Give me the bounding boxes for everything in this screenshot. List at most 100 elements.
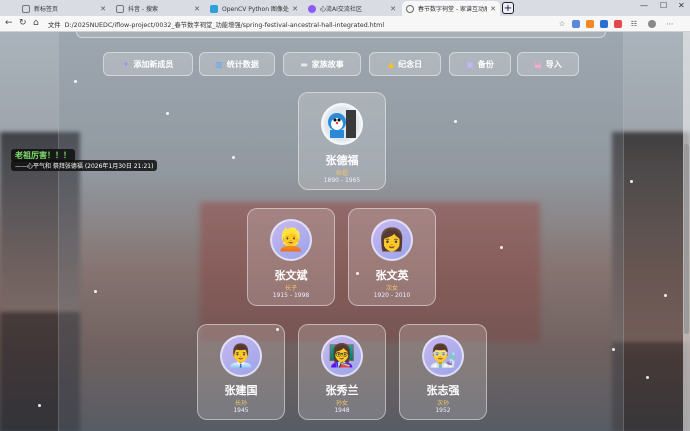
close-icon[interactable]: ✕: [292, 5, 298, 13]
tab-title: 春节数字祠堂 - 家谱互动展示: [418, 6, 488, 13]
back-icon[interactable]: ←: [5, 18, 13, 28]
favorites-icon[interactable]: ☷: [630, 20, 638, 28]
snowflake: [500, 246, 503, 249]
snowflake: [630, 180, 633, 183]
member-card-gen2-2[interactable]: 👩 张文英 次女 1920 - 2010: [348, 208, 436, 306]
more-menu-icon[interactable]: ⋯: [666, 20, 674, 28]
add-member-button[interactable]: ✦ 添加新成员: [103, 52, 193, 76]
member-card-gen3-1[interactable]: 👨‍💼 张建国 长孙 1945: [197, 324, 285, 420]
protocol-label: 文件: [48, 21, 61, 29]
member-avatar: 👩: [371, 219, 413, 261]
member-name: 张文斌: [274, 269, 308, 282]
import-icon: ⬓: [534, 59, 542, 69]
floppy-icon: ▣: [466, 59, 474, 69]
tab-bar: 新标签页 ✕ 抖音 - 搜索 ✕ OpenCV Python 图像处理 30分钟…: [0, 0, 690, 16]
member-avatar: 👱: [270, 219, 312, 261]
anniversary-button[interactable]: ▲ 纪念日: [369, 52, 441, 76]
tab-title: 抖音 - 搜索: [128, 6, 158, 13]
import-label: 导入: [545, 59, 562, 69]
add-member-label: 添加新成员: [133, 59, 174, 69]
chart-icon: ▥: [215, 59, 223, 69]
member-card-gen3-2[interactable]: 👩‍🏫 张秀兰 孙女 1948: [298, 324, 386, 420]
member-years: 1948: [334, 407, 350, 414]
tab-ancestral-hall[interactable]: 春节数字祠堂 - 家谱互动展示 ✕: [402, 1, 500, 16]
url-text: D:/2025NUEDC/iflow-project/0032_春节数字祠堂_功…: [64, 21, 385, 29]
member-card-root[interactable]: 张德福 始祖 1890 - 1965: [298, 92, 386, 190]
member-avatar: 👨‍💼: [220, 335, 262, 377]
snowflake: [454, 120, 457, 123]
member-avatar: 👨‍🔬: [422, 335, 464, 377]
address-bar: ← ↻ ⌂ 文件 D:/2025NUEDC/iflow-project/0032…: [0, 16, 690, 32]
member-years: 1915 - 1998: [272, 292, 310, 299]
sparkle-icon: ✦: [122, 59, 130, 69]
globe-icon: [406, 4, 414, 13]
extension-icon-1[interactable]: [572, 20, 580, 28]
member-role: 次女: [385, 285, 398, 292]
member-years: 1920 - 2010: [373, 292, 411, 299]
tab-title: 新标签页: [34, 6, 59, 13]
home-icon[interactable]: ⌂: [33, 18, 39, 28]
statistics-button[interactable]: ▥ 统计数据: [199, 52, 275, 76]
member-role: 次孙: [436, 400, 449, 407]
page-viewport: ✦ 添加新成员 ▥ 统计数据 ▬ 家族故事 ▲ 纪念日 ▣ 备份 ⬓ 导入 张德…: [0, 32, 690, 431]
cloud-icon: [210, 4, 218, 13]
member-card-gen2-1[interactable]: 👱 张文斌 长子 1915 - 1998: [247, 208, 335, 306]
member-avatar: 👩‍🏫: [321, 335, 363, 377]
snowflake: [74, 80, 77, 83]
close-icon[interactable]: ✕: [390, 5, 396, 13]
new-tab-button[interactable]: +: [502, 2, 514, 14]
book-icon: ▬: [300, 59, 308, 69]
refresh-icon[interactable]: ↻: [19, 18, 27, 28]
member-years: 1890 - 1965: [323, 177, 361, 184]
swirl-icon: [308, 4, 316, 13]
snowflake: [38, 404, 41, 407]
tab-douyin-search[interactable]: 抖音 - 搜索 ✕: [112, 1, 204, 16]
close-icon[interactable]: ✕: [194, 5, 200, 13]
member-card-gen3-3[interactable]: 👨‍🔬 张志强 次孙 1952: [399, 324, 487, 420]
snowflake: [612, 348, 615, 351]
anniversary-label: 纪念日: [398, 59, 423, 69]
extension-icon-2[interactable]: [586, 20, 594, 28]
member-name: 张志强: [426, 384, 460, 397]
tab-title: OpenCV Python 图像处理 30分钟: [222, 6, 289, 13]
warning-icon: ▲: [387, 59, 395, 69]
member-name: 张德福: [325, 154, 359, 167]
close-icon[interactable]: ✕: [490, 5, 496, 13]
member-role: 孙女: [335, 400, 348, 407]
page-icon: [116, 4, 124, 13]
snowflake: [232, 156, 235, 159]
member-role: 始祖: [335, 170, 348, 177]
member-name: 张建国: [224, 384, 258, 397]
page-scrollbar[interactable]: [683, 32, 690, 431]
danmaku-author: ——心平气和 祭拜张德福 (2026年1月30日 21:21): [11, 160, 158, 171]
url-field[interactable]: 文件 D:/2025NUEDC/iflow-project/0032_春节数字祠…: [48, 18, 548, 30]
import-button[interactable]: ⬓ 导入: [517, 52, 579, 76]
snowflake: [166, 112, 169, 115]
cartoon-photo-icon: [325, 107, 359, 141]
family-stories-button[interactable]: ▬ 家族故事: [283, 52, 361, 76]
member-name: 张文英: [375, 269, 409, 282]
tab-opencv[interactable]: OpenCV Python 图像处理 30分钟 ✕: [206, 1, 302, 16]
member-role: 长孙: [234, 400, 247, 407]
member-avatar-photo: [321, 103, 363, 145]
profile-icon[interactable]: [648, 20, 656, 28]
extension-icon-4[interactable]: [614, 20, 622, 28]
scrollbar-thumb[interactable]: [684, 144, 689, 334]
tab-iflow-community[interactable]: 心流AI交流社区 ✕: [304, 1, 400, 16]
close-icon[interactable]: ✕: [100, 5, 106, 13]
backup-button[interactable]: ▣ 备份: [449, 52, 511, 76]
snowflake: [646, 376, 649, 379]
tab-new-tab[interactable]: 新标签页 ✕: [18, 1, 110, 16]
member-years: 1945: [233, 407, 249, 414]
statistics-label: 统计数据: [226, 59, 259, 69]
favorite-star-icon[interactable]: ☆: [558, 20, 566, 28]
family-stories-label: 家族故事: [311, 59, 344, 69]
member-name: 张秀兰: [325, 384, 359, 397]
maximize-icon[interactable]: ☐: [660, 1, 667, 10]
extension-icon-3[interactable]: [600, 20, 608, 28]
header-panel-edge: [76, 32, 606, 38]
snowflake: [664, 294, 667, 297]
backup-label: 备份: [477, 59, 494, 69]
minimize-icon[interactable]: —: [640, 1, 648, 10]
close-window-icon[interactable]: ✕: [678, 1, 685, 10]
